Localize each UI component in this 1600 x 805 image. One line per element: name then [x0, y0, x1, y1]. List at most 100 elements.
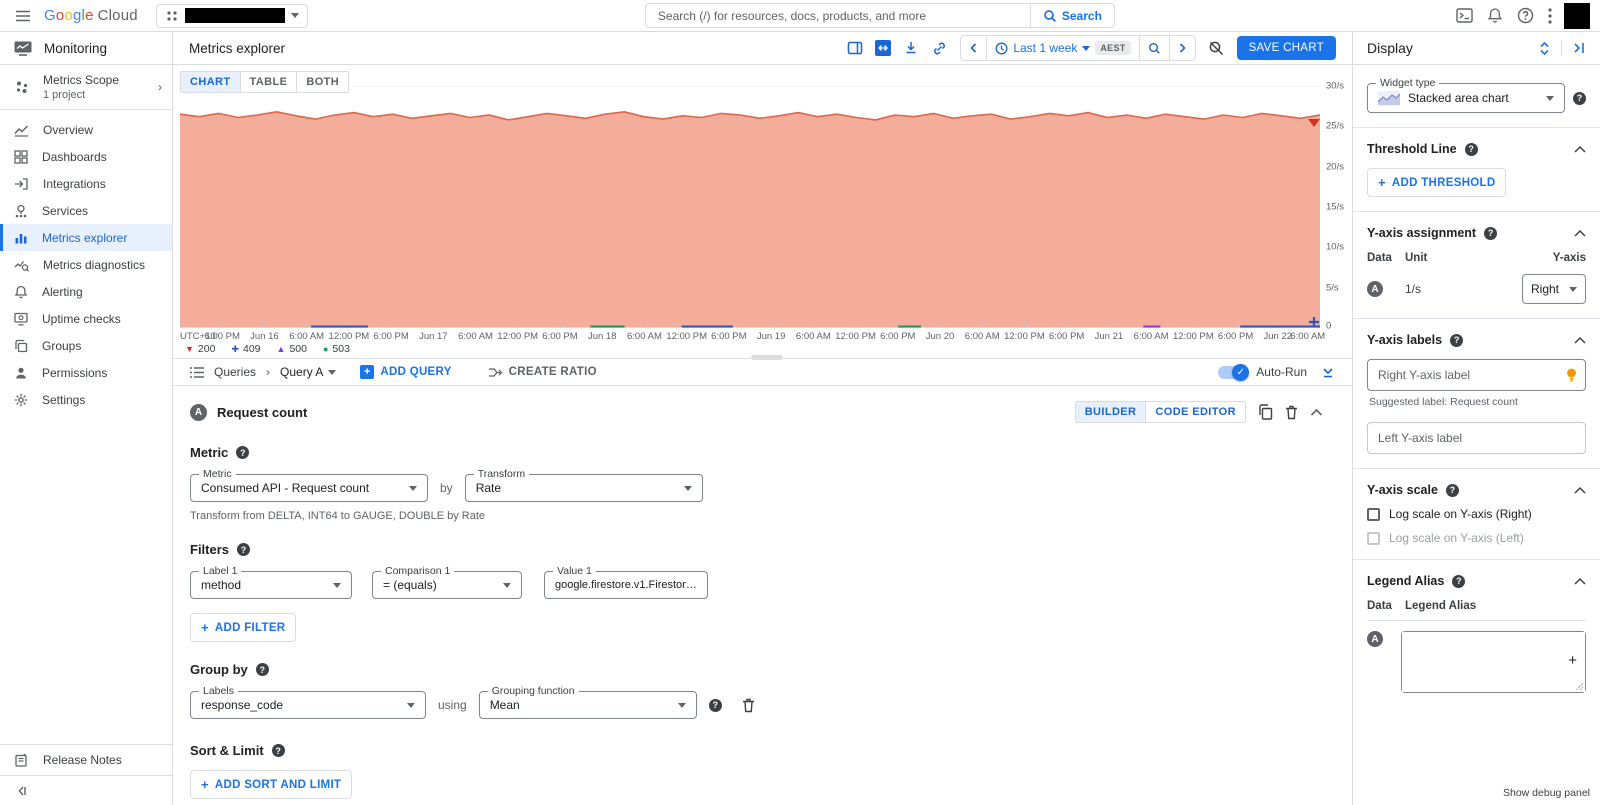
close-panel-icon[interactable]	[1572, 41, 1586, 55]
cloud-shell-icon[interactable]	[1456, 7, 1473, 24]
sidebar-item-services[interactable]: Services	[0, 197, 172, 224]
tab-chart[interactable]: CHART	[181, 72, 240, 92]
project-selector[interactable]	[156, 4, 308, 28]
tab-table[interactable]: TABLE	[240, 72, 297, 92]
collapse-sidebar-button[interactable]	[0, 775, 172, 805]
queries-label[interactable]: Queries	[214, 365, 256, 379]
add-query-button[interactable]: + ADD QUERY	[360, 365, 451, 379]
tab-code-editor[interactable]: CODE EDITOR	[1145, 402, 1245, 422]
time-forward-button[interactable]	[1169, 36, 1195, 60]
y-tick-label: 0	[1326, 321, 1331, 332]
yaxis-side-select[interactable]: Right	[1522, 274, 1586, 304]
notifications-icon[interactable]	[1487, 7, 1503, 24]
collapse-section-icon[interactable]	[1574, 486, 1586, 494]
query-name-menu[interactable]: Query A	[280, 365, 336, 379]
help-icon[interactable]: ?	[1452, 575, 1465, 588]
help-icon[interactable]: ?	[256, 663, 269, 676]
collapse-builder-icon[interactable]	[1310, 408, 1323, 417]
avatar[interactable]	[1564, 3, 1590, 29]
search-input[interactable]	[646, 9, 1030, 23]
create-ratio-button[interactable]: CREATE RATIO	[488, 366, 597, 379]
resize-grip-icon[interactable]	[1576, 683, 1583, 690]
sidebar-item-settings[interactable]: Settings	[0, 386, 172, 413]
builder-mode-tabs: BUILDER CODE EDITOR	[1075, 401, 1246, 423]
add-alias-icon[interactable]: +	[1568, 652, 1577, 669]
sidebar-item-dashboards[interactable]: Dashboards	[0, 143, 172, 170]
time-range-selector[interactable]: Last 1 week AEST	[986, 36, 1138, 60]
sidebar-item-groups[interactable]: Groups	[0, 332, 172, 359]
help-icon[interactable]: ?	[1573, 92, 1586, 105]
collapse-section-icon[interactable]	[1574, 577, 1586, 585]
grouping-function-select[interactable]: Grouping function Mean	[479, 691, 697, 719]
sidebar-item-integrations[interactable]: Integrations	[0, 170, 172, 197]
metric-select[interactable]: Metric Consumed API - Request count	[190, 474, 428, 502]
tab-both[interactable]: BOTH	[296, 72, 348, 92]
delete-query-icon[interactable]	[1285, 405, 1298, 420]
filter-label-select[interactable]: Label 1 method	[190, 571, 352, 599]
help-icon[interactable]: ?	[1446, 484, 1459, 497]
x-tick-label: 6:00 AM	[1134, 331, 1169, 342]
more-vert-icon[interactable]	[1548, 8, 1552, 24]
help-icon[interactable]: ?	[1484, 227, 1497, 240]
duplicate-query-icon[interactable]	[1258, 404, 1273, 420]
legend-alias-input[interactable]	[1402, 632, 1585, 692]
legend-item-503[interactable]: ●503	[323, 343, 350, 355]
right-yaxis-label-input[interactable]	[1367, 359, 1586, 391]
legend-item-200[interactable]: ▼200	[185, 343, 215, 355]
release-notes-link[interactable]: Release Notes	[0, 745, 172, 775]
collapse-queries-icon[interactable]	[1321, 366, 1335, 379]
help-icon[interactable]: ?	[272, 744, 285, 757]
sidebar-item-overview[interactable]: Overview	[0, 116, 172, 143]
unfold-sections-icon[interactable]	[1538, 41, 1551, 56]
download-icon[interactable]	[903, 40, 919, 56]
widget-type-select[interactable]: Widget type Stacked area chart	[1367, 83, 1565, 113]
help-icon[interactable]: ?	[1465, 143, 1478, 156]
delete-groupby-icon[interactable]	[742, 698, 755, 713]
collapse-section-icon[interactable]	[1574, 229, 1586, 237]
help-icon[interactable]	[1517, 7, 1534, 24]
sidebar-item-metrics-explorer[interactable]: Metrics explorer	[0, 224, 172, 251]
menu-icon[interactable]	[10, 3, 36, 29]
help-icon[interactable]: ?	[1450, 334, 1463, 347]
log-scale-right-label: Log scale on Y-axis (Right)	[1389, 507, 1532, 521]
left-yaxis-label-input[interactable]	[1367, 422, 1586, 454]
filter-comparison-select[interactable]: Comparison 1 = (equals)	[372, 571, 522, 599]
help-icon[interactable]: ?	[236, 446, 249, 459]
area-chart-plot[interactable]	[180, 86, 1320, 328]
sidebar-item-permissions[interactable]: Permissions	[0, 359, 172, 386]
auto-run-toggle[interactable]: Auto-Run	[1218, 365, 1307, 379]
legend-item-409[interactable]: ✚409	[231, 343, 260, 355]
x-tick-label: 6:00 PM	[1049, 331, 1084, 342]
log-scale-right-checkbox[interactable]	[1367, 508, 1380, 521]
toggle-legend-icon[interactable]	[847, 40, 863, 56]
help-icon[interactable]: ?	[709, 699, 722, 712]
groupby-labels-select[interactable]: Labels response_code	[190, 691, 426, 719]
sidebar-item-metrics-diagnostics[interactable]: Metrics diagnostics	[0, 251, 172, 278]
save-chart-button[interactable]: SAVE CHART	[1237, 36, 1336, 60]
search-button[interactable]: Search	[1030, 4, 1114, 27]
x-tick-label: 6:00 AM	[289, 331, 324, 342]
help-icon[interactable]: ?	[237, 543, 250, 556]
suggestion-bulb-icon[interactable]	[1565, 367, 1578, 383]
add-sort-limit-button[interactable]: +ADD SORT AND LIMIT	[190, 770, 352, 799]
share-link-icon[interactable]	[931, 40, 948, 57]
show-debug-panel-link[interactable]: Show debug panel	[1503, 787, 1590, 799]
x-tick-label: Jun 17	[419, 331, 448, 342]
tab-builder[interactable]: BUILDER	[1076, 402, 1146, 422]
legend-item-500[interactable]: ▲500	[277, 343, 307, 355]
collapse-section-icon[interactable]	[1574, 145, 1586, 153]
collapse-section-icon[interactable]	[1574, 336, 1586, 344]
add-threshold-button[interactable]: +ADD THRESHOLD	[1367, 168, 1506, 197]
zoom-reset-icon[interactable]	[1208, 40, 1225, 57]
transform-select[interactable]: Transform Rate	[465, 474, 703, 502]
x-tick-label: Jun 20	[926, 331, 955, 342]
release-notes-label: Release Notes	[43, 753, 122, 767]
expand-chart-icon[interactable]	[875, 40, 891, 56]
zoom-time-icon[interactable]	[1139, 36, 1169, 60]
metrics-scope[interactable]: Metrics Scope 1 project ›	[0, 65, 172, 110]
time-back-button[interactable]	[961, 36, 986, 60]
sidebar-item-uptime-checks[interactable]: Uptime checks	[0, 305, 172, 332]
filter-value-input[interactable]: Value 1 google.firestore.v1.Firestore.Co…	[544, 571, 708, 599]
sidebar-item-alerting[interactable]: Alerting	[0, 278, 172, 305]
add-filter-button[interactable]: +ADD FILTER	[190, 613, 296, 642]
